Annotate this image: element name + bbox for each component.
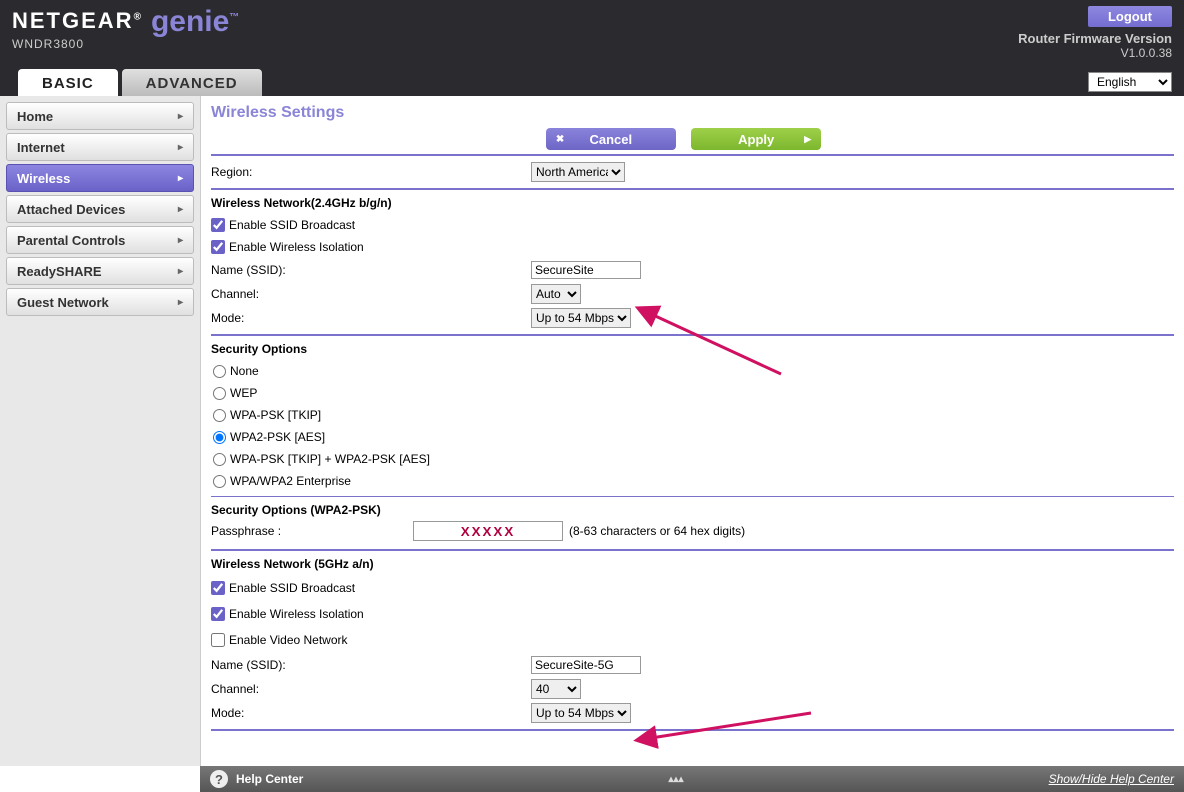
app-header: NETGEAR® genie™ WNDR3800 Logout Router F…: [0, 0, 1184, 96]
security-wpa-wpa2-radio[interactable]: [213, 453, 226, 466]
security-wpa-tkip-radio[interactable]: [213, 409, 226, 422]
firmware-label: Router Firmware Version: [1018, 31, 1172, 46]
ssid-5-input[interactable]: [531, 656, 641, 674]
sidebar-item-label: Home: [17, 109, 53, 124]
ssid-5-label: Name (SSID):: [211, 658, 531, 672]
cancel-button[interactable]: Cancel: [546, 128, 676, 150]
main-tabs: BASIC ADVANCED: [18, 69, 262, 96]
chevron-up-icon: ▴▴▴: [668, 774, 683, 785]
video-network-label: Enable Video Network: [229, 633, 348, 647]
header-right: Logout Router Firmware Version V1.0.0.38: [1018, 6, 1172, 60]
passphrase-hint: (8-63 characters or 64 hex digits): [569, 524, 745, 538]
tab-basic[interactable]: BASIC: [18, 69, 118, 96]
ssid-broadcast-5-label: Enable SSID Broadcast: [229, 581, 355, 595]
help-center-bar[interactable]: ? Help Center ▴▴▴ Show/Hide Help Center: [200, 766, 1184, 792]
show-hide-help-link[interactable]: Show/Hide Help Center: [1049, 772, 1174, 786]
product-logo: genie™: [151, 8, 239, 35]
security-option-label: WPA/WPA2 Enterprise: [230, 474, 351, 488]
settings-scroll[interactable]: Region: North America Wireless Network(2…: [201, 150, 1184, 766]
sidebar-item-label: Internet: [17, 140, 65, 155]
channel-24-select[interactable]: Auto: [531, 284, 581, 304]
isolation-24-checkbox[interactable]: [211, 240, 225, 254]
passphrase-input[interactable]: [413, 521, 563, 541]
chevron-right-icon: ▸: [178, 173, 183, 184]
help-icon: ?: [210, 770, 228, 788]
logout-button[interactable]: Logout: [1088, 6, 1172, 27]
security-enterprise-radio[interactable]: [213, 475, 226, 488]
language-select[interactable]: English: [1088, 72, 1172, 92]
ssid-24-label: Name (SSID):: [211, 263, 531, 277]
security-wpa2-aes-radio[interactable]: [213, 431, 226, 444]
wpa2-title: Security Options (WPA2-PSK): [211, 503, 1174, 517]
chevron-right-icon: ▸: [178, 204, 183, 215]
tab-advanced[interactable]: ADVANCED: [122, 69, 262, 96]
sidebar-item-label: ReadySHARE: [17, 264, 102, 279]
security-none-radio[interactable]: [213, 365, 226, 378]
help-center-label: Help Center: [236, 772, 303, 786]
apply-button[interactable]: Apply: [691, 128, 821, 150]
chevron-right-icon: ▸: [178, 266, 183, 277]
channel-5-label: Channel:: [211, 682, 531, 696]
firmware-version: V1.0.0.38: [1018, 46, 1172, 60]
security-option-label: None: [230, 364, 259, 378]
chevron-right-icon: ▸: [178, 111, 183, 122]
video-network-checkbox[interactable]: [211, 633, 225, 647]
sidebar-item-label: Attached Devices: [17, 202, 125, 217]
main-panel: Wireless Settings Cancel Apply Region: N…: [200, 96, 1184, 766]
sidebar-item-attached-devices[interactable]: Attached Devices ▸: [6, 195, 194, 223]
sidebar-item-readyshare[interactable]: ReadySHARE ▸: [6, 257, 194, 285]
sidebar-item-label: Wireless: [17, 171, 70, 186]
ssid-broadcast-5-checkbox[interactable]: [211, 581, 225, 595]
mode-5-select[interactable]: Up to 54 Mbps: [531, 703, 631, 723]
isolation-5-label: Enable Wireless Isolation: [229, 607, 364, 621]
sidebar-item-internet[interactable]: Internet ▸: [6, 133, 194, 161]
sidebar-item-label: Guest Network: [17, 295, 109, 310]
security-option-label: WPA2-PSK [AES]: [230, 430, 325, 444]
section-24ghz-title: Wireless Network(2.4GHz b/g/n): [211, 196, 1174, 210]
isolation-24-label: Enable Wireless Isolation: [229, 240, 364, 254]
sidebar-item-label: Parental Controls: [17, 233, 125, 248]
logo-row: NETGEAR® genie™: [12, 8, 1172, 35]
ssid-broadcast-24-label: Enable SSID Broadcast: [229, 218, 355, 232]
sidebar: Home ▸ Internet ▸ Wireless ▸ Attached Devic…: [0, 96, 200, 766]
region-label: Region:: [211, 165, 531, 179]
sidebar-item-guest-network[interactable]: Guest Network ▸: [6, 288, 194, 316]
security-option-label: WEP: [230, 386, 257, 400]
channel-24-label: Channel:: [211, 287, 531, 301]
mode-24-select[interactable]: Up to 54 Mbps: [531, 308, 631, 328]
ssid-broadcast-24-checkbox[interactable]: [211, 218, 225, 232]
model-label: WNDR3800: [12, 37, 1172, 51]
isolation-5-checkbox[interactable]: [211, 607, 225, 621]
body-area: Home ▸ Internet ▸ Wireless ▸ Attached Devic…: [0, 96, 1184, 766]
sidebar-item-parental-controls[interactable]: Parental Controls ▸: [6, 226, 194, 254]
mode-24-label: Mode:: [211, 311, 531, 325]
security-wep-radio[interactable]: [213, 387, 226, 400]
sidebar-item-wireless[interactable]: Wireless ▸: [6, 164, 194, 192]
security-title: Security Options: [211, 342, 1174, 356]
chevron-right-icon: ▸: [178, 235, 183, 246]
chevron-right-icon: ▸: [178, 297, 183, 308]
ssid-24-input[interactable]: [531, 261, 641, 279]
passphrase-label: Passphrase :: [211, 524, 407, 538]
region-select[interactable]: North America: [531, 162, 625, 182]
mode-5-label: Mode:: [211, 706, 531, 720]
brand-logo: NETGEAR®: [12, 8, 143, 34]
chevron-right-icon: ▸: [178, 142, 183, 153]
section-5ghz-title: Wireless Network (5GHz a/n): [211, 557, 1174, 571]
page-title: Wireless Settings: [201, 96, 1184, 126]
security-option-label: WPA-PSK [TKIP]: [230, 408, 321, 422]
security-option-label: WPA-PSK [TKIP] + WPA2-PSK [AES]: [230, 452, 430, 466]
sidebar-item-home[interactable]: Home ▸: [6, 102, 194, 130]
channel-5-select[interactable]: 40: [531, 679, 581, 699]
